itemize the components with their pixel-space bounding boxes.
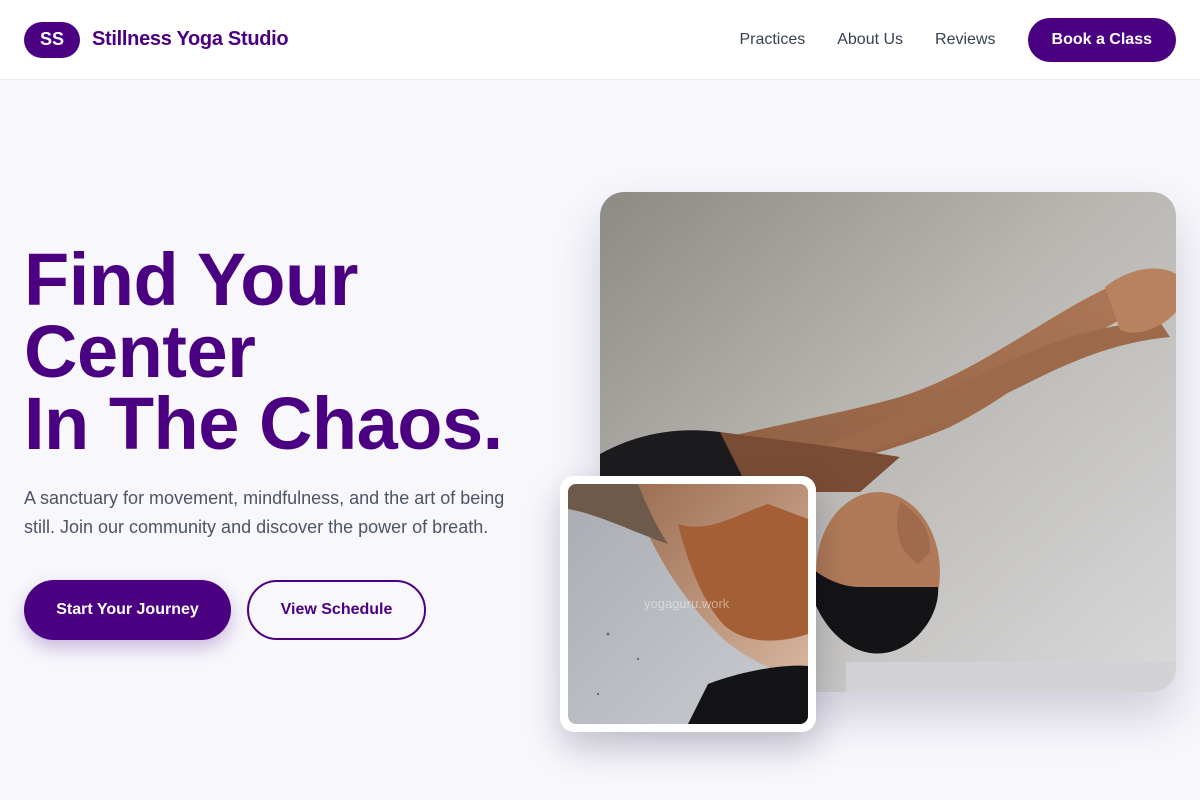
book-class-button[interactable]: Book a Class	[1027, 17, 1176, 62]
site-header: SS Stillness Yoga Studio Practices About…	[0, 0, 1200, 80]
hero-overlay-image: yogaguru.work	[568, 484, 808, 724]
watermark-overlay: yogaguru.work	[644, 596, 730, 611]
main-nav: Practices About Us Reviews Book a Class	[739, 17, 1176, 62]
view-schedule-button[interactable]: View Schedule	[247, 580, 426, 640]
hero-title: Find Your Center In The Chaos.	[24, 238, 564, 465]
nav-link-about-us[interactable]: About Us	[837, 31, 903, 49]
nav-link-reviews[interactable]: Reviews	[935, 31, 995, 49]
start-journey-button[interactable]: Start Your Journey	[24, 580, 231, 640]
logo-badge[interactable]: SS	[24, 21, 80, 58]
hero-overlay-image-frame: yogaguru.work	[560, 476, 816, 732]
hero-subtitle: A sanctuary for movement, mindfulness, a…	[24, 488, 505, 537]
nav-link-practices[interactable]: Practices	[739, 31, 805, 49]
brand-name[interactable]: Stillness Yoga Studio	[92, 28, 289, 51]
brand[interactable]: SS Stillness Yoga Studio	[24, 21, 289, 58]
hero-title-line-3: In The Chaos.	[24, 382, 503, 465]
hero-title-line-1: Find Your	[24, 238, 358, 321]
hero-title-line-2: Center	[24, 310, 256, 393]
